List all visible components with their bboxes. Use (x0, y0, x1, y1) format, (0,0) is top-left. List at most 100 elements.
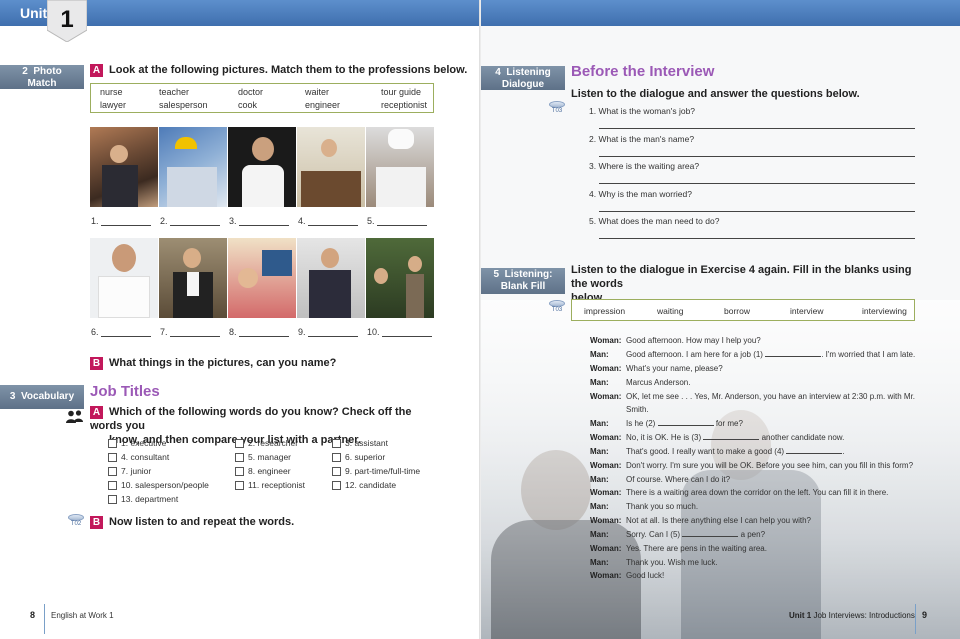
word: nurse (100, 87, 123, 97)
vocab-checkbox[interactable]: 8. engineer (235, 466, 291, 476)
header-bar (481, 0, 960, 26)
vocab-checkbox[interactable]: 12. candidate (332, 480, 396, 490)
page-number-left: 8 (30, 610, 36, 620)
fill-words-box: impression waiting borrow interview inte… (571, 299, 915, 321)
dialogue-line: Man: Is he (2) for me? (590, 419, 743, 428)
professions-word-box: nurse teacher doctor waiter tour guide l… (90, 83, 434, 113)
answer-line-2[interactable] (599, 156, 915, 157)
photo-lawyers (90, 127, 158, 207)
part-a-instruction: A Look at the following pictures. Match t… (90, 63, 467, 77)
dialogue-line: Woman: Yes. There are pens in the waiting… (590, 544, 767, 553)
photo-cook (366, 127, 434, 207)
blank-fill-2[interactable] (657, 419, 714, 426)
dialogue-line: Man: Marcus Anderson. (590, 378, 691, 387)
dialogue-line: Man: Of course. Where can I do it? (590, 475, 731, 484)
dialogue-line: Woman: OK, let me see . . . Yes, Mr. Ande… (590, 392, 916, 401)
word: lawyer (100, 100, 127, 110)
vocab-checkbox[interactable]: 2. researcher (235, 438, 298, 448)
blank-9[interactable]: 9. (298, 327, 358, 337)
photo-teacher (228, 238, 296, 318)
part-b-instruction: B What things in the pictures, can you na… (90, 356, 336, 370)
question-1: 1. What is the woman's job? (589, 106, 696, 116)
blank-10[interactable]: 10. (367, 327, 432, 337)
dialogue-line: Man: Thank you so much. (590, 502, 699, 511)
blank-8[interactable]: 8. (229, 327, 289, 337)
unit-badge: 1 (47, 0, 87, 42)
page-number-right: 9 (922, 610, 928, 620)
blank-5[interactable]: 5. (367, 216, 427, 226)
job-titles-heading: Job Titles (90, 383, 160, 400)
vocab-checkbox[interactable]: 3. assistant (332, 438, 388, 448)
answer-line-5[interactable] (599, 238, 915, 239)
dialogue-line: Man: Good afternoon. I am here for a job… (590, 350, 916, 359)
left-page: Unit 1 2 Photo Match A Look at the follow… (0, 0, 480, 639)
dialogue-line: Woman: Don't worry. I'm sure you will be … (590, 461, 914, 470)
fill-word: waiting (657, 306, 684, 316)
word: teacher (159, 87, 190, 97)
dialogue-line: Woman: There is a waiting area down the c… (590, 488, 889, 497)
dialogue-line: Woman: What's your name, please? (590, 364, 723, 373)
blank-4[interactable]: 4. (298, 216, 358, 226)
question-5: 5. What does the man need to do? (589, 216, 720, 226)
dialogue-line: Man: Sorry. Can I (5) a pen? (590, 530, 766, 539)
word: doctor (238, 87, 264, 97)
blank-fill-5[interactable] (682, 530, 739, 537)
before-interview-heading: Before the Interview (571, 63, 715, 80)
section-3-tab: 3 Vocabulary (0, 385, 84, 409)
dialogue-line: Man: That's good. I really want to make … (590, 447, 845, 456)
answer-line-1[interactable] (599, 128, 915, 129)
pair-work-icon (66, 410, 84, 424)
photo-receptionist (297, 127, 365, 207)
vocab-checkbox[interactable]: 1. executive (108, 438, 166, 448)
blank-fill-4[interactable] (786, 447, 843, 454)
fill-word: borrow (724, 306, 750, 316)
audio-track-icon[interactable]: T02 (66, 514, 86, 527)
vocab-checkbox[interactable]: 7. junior (108, 466, 151, 476)
photo-doctor (90, 238, 158, 318)
blank-fill-3[interactable] (703, 433, 760, 440)
blank-fill-1[interactable] (765, 350, 822, 357)
footer-divider (915, 604, 916, 634)
word: engineer (305, 100, 341, 110)
vocab-checkbox[interactable]: 6. superior (332, 452, 385, 462)
blank-2[interactable]: 2. (160, 216, 220, 226)
photo-nurse (228, 127, 296, 207)
dialogue-line: Smith. (626, 405, 649, 414)
answer-line-3[interactable] (599, 183, 915, 184)
blank-3[interactable]: 3. (229, 216, 289, 226)
fill-word: interview (790, 306, 824, 316)
dialogue-line: Woman: Good afternoon. How may I help you… (590, 336, 761, 345)
audio-track-icon[interactable]: T03 (547, 101, 567, 114)
photo-engineers (159, 127, 227, 207)
vocab-checkbox[interactable]: 13. department (108, 494, 178, 504)
question-2: 2. What is the man's name? (589, 134, 695, 144)
unit-number: 1 (60, 6, 74, 33)
audio-track-icon[interactable]: T03 (547, 300, 567, 313)
footer-book-title: English at Work 1 (51, 611, 114, 620)
vocab-checkbox[interactable]: 11. receptionist (235, 480, 305, 490)
vocab-checkbox[interactable]: 4. consultant (108, 452, 169, 462)
question-3: 3. Where is the waiting area? (589, 161, 700, 171)
blank-1[interactable]: 1. (91, 216, 151, 226)
word: tour guide (381, 87, 422, 97)
question-4: 4. Why is the man worried? (589, 189, 692, 199)
dialogue: Woman: Good afternoon. How may I help you… (590, 336, 930, 586)
footer-divider (44, 604, 45, 634)
answer-line-4[interactable] (599, 211, 915, 212)
vocab-checkbox[interactable]: 5. manager (235, 452, 291, 462)
dialogue-line: Woman: No, it is OK. He is (3) another c… (590, 433, 845, 442)
word: cook (238, 100, 258, 110)
word: receptionist (381, 100, 428, 110)
blank-6[interactable]: 6. (91, 327, 151, 337)
vocab-checkbox[interactable]: 10. salesperson/people (108, 480, 209, 490)
section-4-instruction: Listen to the dialogue and answer the qu… (571, 88, 860, 100)
word: waiter (305, 87, 330, 97)
dialogue-line: Man: Thank you. Wish me luck. (590, 558, 718, 567)
photo-waiter (159, 238, 227, 318)
section-5-tab: 5 Listening: Blank Fill (481, 268, 565, 294)
blank-7[interactable]: 7. (160, 327, 220, 337)
dialogue-line: Woman: Not at all. Is there anything else… (590, 516, 811, 525)
vocab-checkbox[interactable]: 9. part-time/full-time (332, 466, 420, 476)
section-4-tab: 4 Listening Dialogue (481, 66, 565, 90)
section-2-tab: 2 Photo Match (0, 65, 84, 89)
